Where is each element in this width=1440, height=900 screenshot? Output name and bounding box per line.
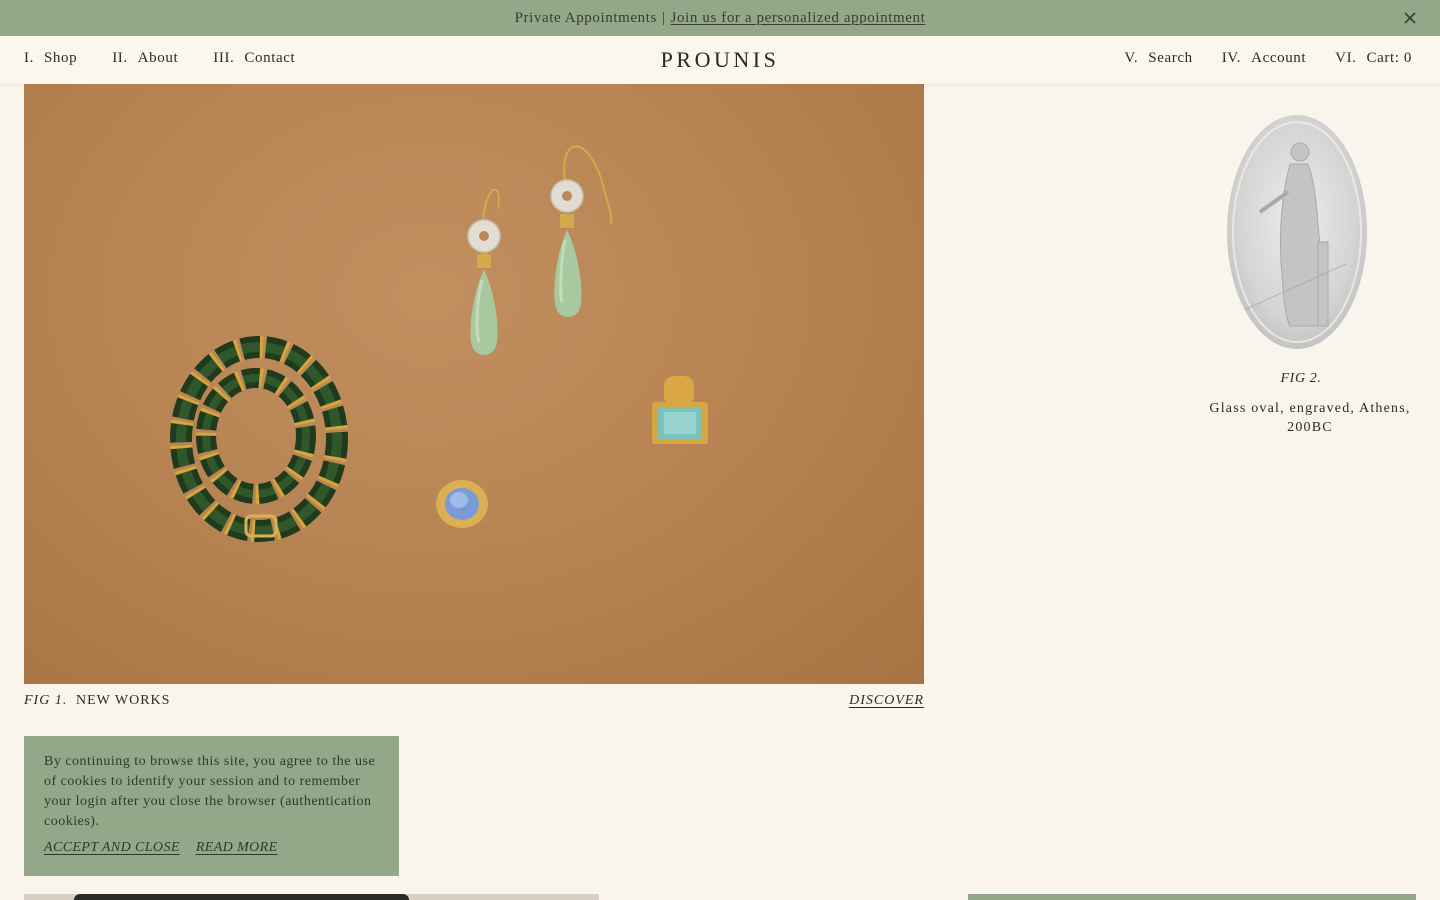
next-section-panel-right	[968, 894, 1416, 900]
announcement-separator: |	[661, 9, 666, 26]
nav-item-about[interactable]: II. About	[112, 50, 178, 67]
nav-numeral: V.	[1124, 50, 1139, 66]
utility-nav: V. Search IV. Account VI. Cart: 0	[1095, 50, 1412, 67]
nav-label: Contact	[244, 50, 296, 66]
next-section-image-dark	[74, 894, 409, 900]
nav-label: Shop	[43, 50, 78, 66]
nav-item-shop[interactable]: I. Shop	[24, 50, 77, 67]
aquamarine-pendant	[652, 376, 708, 444]
nav-numeral: II.	[112, 50, 128, 66]
site-header: I. Shop II. About III. Contact PROUNIS V…	[0, 36, 1440, 84]
nav-item-cart[interactable]: VI. Cart: 0	[1335, 50, 1412, 67]
jewelry-illustration	[170, 145, 708, 542]
appointment-link[interactable]: Join us for a personalized appointment	[671, 10, 926, 27]
earring-left	[467, 188, 501, 355]
engraved-glass-oval-image[interactable]	[1226, 114, 1368, 350]
fig2-label: FIG 2.	[1280, 371, 1322, 386]
cookie-banner: By continuing to browse this site, you a…	[24, 736, 399, 876]
announcement-text: Private Appointments	[514, 9, 657, 26]
announcement-bar: Private Appointments | Join us for a per…	[0, 0, 1440, 36]
nav-item-account[interactable]: IV. Account	[1222, 50, 1306, 67]
nav-numeral: VI.	[1335, 50, 1357, 66]
nav-item-contact[interactable]: III. Contact	[213, 50, 295, 67]
hero-title: NEW WORKS	[76, 693, 171, 708]
nav-numeral: III.	[213, 50, 235, 66]
read-more-link[interactable]: READ MORE	[196, 840, 278, 856]
green-bead-necklace	[170, 336, 348, 542]
primary-nav: I. Shop II. About III. Contact	[24, 50, 330, 67]
nav-label: Search	[1148, 50, 1193, 66]
nav-label: About	[137, 50, 179, 66]
earring-right	[550, 145, 613, 317]
cookie-actions: ACCEPT AND CLOSE READ MORE	[44, 840, 379, 856]
nav-label: Account	[1251, 50, 1307, 66]
accept-cookies-button[interactable]: ACCEPT AND CLOSE	[44, 840, 180, 856]
cookie-text: By continuing to browse this site, you a…	[44, 754, 376, 829]
fig2-caption: Glass oval, engraved, Athens, 200BC	[1209, 401, 1411, 435]
nav-numeral: I.	[24, 50, 34, 66]
hero-image[interactable]	[24, 84, 924, 684]
fig-label: FIG 1.	[24, 693, 68, 708]
nav-item-search[interactable]: V. Search	[1124, 50, 1192, 67]
discover-link[interactable]: DISCOVER	[849, 693, 924, 709]
logo[interactable]: PROUNIS	[661, 47, 780, 72]
sapphire-ring	[436, 480, 488, 528]
close-icon[interactable]	[1402, 10, 1418, 26]
hero-caption: FIG 1. NEW WORKS DISCOVER	[24, 693, 924, 713]
nav-label: Cart: 0	[1366, 50, 1412, 66]
next-section-image-left	[24, 894, 599, 900]
nav-numeral: IV.	[1221, 50, 1242, 66]
